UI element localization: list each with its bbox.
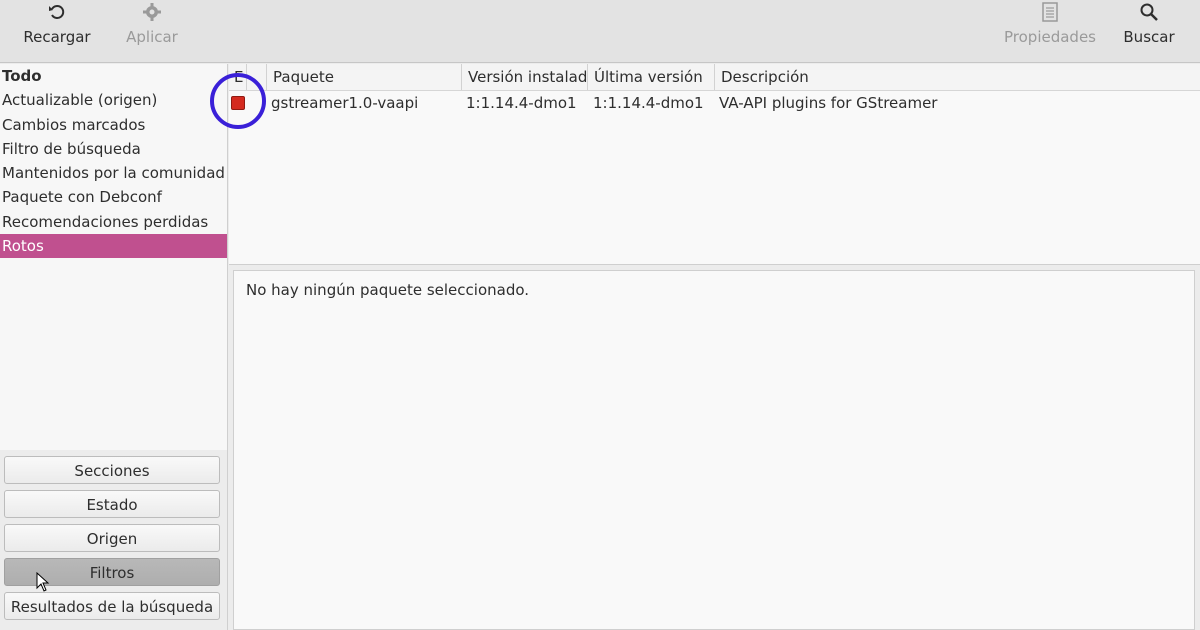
package-name: gstreamer1.0-vaapi [271, 94, 419, 112]
column-description[interactable]: Descripción [715, 64, 1200, 90]
package-description: VA-API plugins for GStreamer [719, 94, 938, 112]
table-header: E Paquete Versión instalada Última versi… [229, 64, 1200, 91]
filter-item-all[interactable]: Todo [0, 64, 227, 88]
column-latest-version[interactable]: Última versión [588, 64, 715, 90]
reload-label: Recargar [23, 28, 91, 46]
filter-list: Todo Actualizable (origen) Cambios marca… [0, 64, 228, 450]
column-package[interactable]: Paquete [267, 64, 462, 90]
latest-version: 1:1.14.4-dmo1 [593, 94, 704, 112]
filter-item-upgradable[interactable]: Actualizable (origen) [0, 88, 227, 112]
package-details-panel: No hay ningún paquete seleccionado. [233, 270, 1195, 630]
sections-button[interactable]: Secciones [4, 456, 220, 484]
filter-item-debconf[interactable]: Paquete con Debconf [0, 185, 227, 209]
search-button[interactable]: Buscar [1118, 0, 1180, 58]
apply-label: Aplicar [126, 28, 178, 46]
table-row[interactable]: gstreamer1.0-vaapi 1:1.14.4-dmo1 1:1.14.… [229, 91, 1200, 115]
filter-item-community-maintained[interactable]: Mantenidos por la comunidad (in [0, 161, 227, 185]
search-label: Buscar [1123, 28, 1175, 46]
highlight-circle [210, 73, 266, 129]
filter-item-broken[interactable]: Rotos [0, 234, 227, 259]
filter-item-marked-changes[interactable]: Cambios marcados [0, 113, 227, 137]
package-table: E Paquete Versión instalada Última versi… [229, 64, 1200, 265]
filter-item-missing-recommends[interactable]: Recomendaciones perdidas [0, 210, 227, 234]
properties-label: Propiedades [1004, 28, 1096, 46]
column-installed-version[interactable]: Versión instalada [462, 64, 588, 90]
properties-button[interactable]: Propiedades [1000, 0, 1100, 58]
status-button[interactable]: Estado [4, 490, 220, 518]
reload-icon [48, 0, 66, 24]
installed-version: 1:1.14.4-dmo1 [466, 94, 577, 112]
search-icon [1139, 0, 1159, 24]
properties-icon [1042, 0, 1058, 24]
reload-button[interactable]: Recargar [18, 0, 96, 58]
gear-icon [142, 0, 162, 24]
filter-item-search-filter[interactable]: Filtro de búsqueda [0, 137, 227, 161]
toolbar: Recargar Aplicar Propiedades Buscar [0, 0, 1200, 63]
details-message: No hay ningún paquete seleccionado. [246, 281, 530, 299]
search-results-button[interactable]: Resultados de la búsqueda [4, 592, 220, 620]
apply-button[interactable]: Aplicar [118, 0, 186, 58]
mouse-cursor-icon [36, 572, 50, 592]
origin-button[interactable]: Origen [4, 524, 220, 552]
view-buttons: Secciones Estado Origen Filtros Resultad… [0, 450, 228, 630]
